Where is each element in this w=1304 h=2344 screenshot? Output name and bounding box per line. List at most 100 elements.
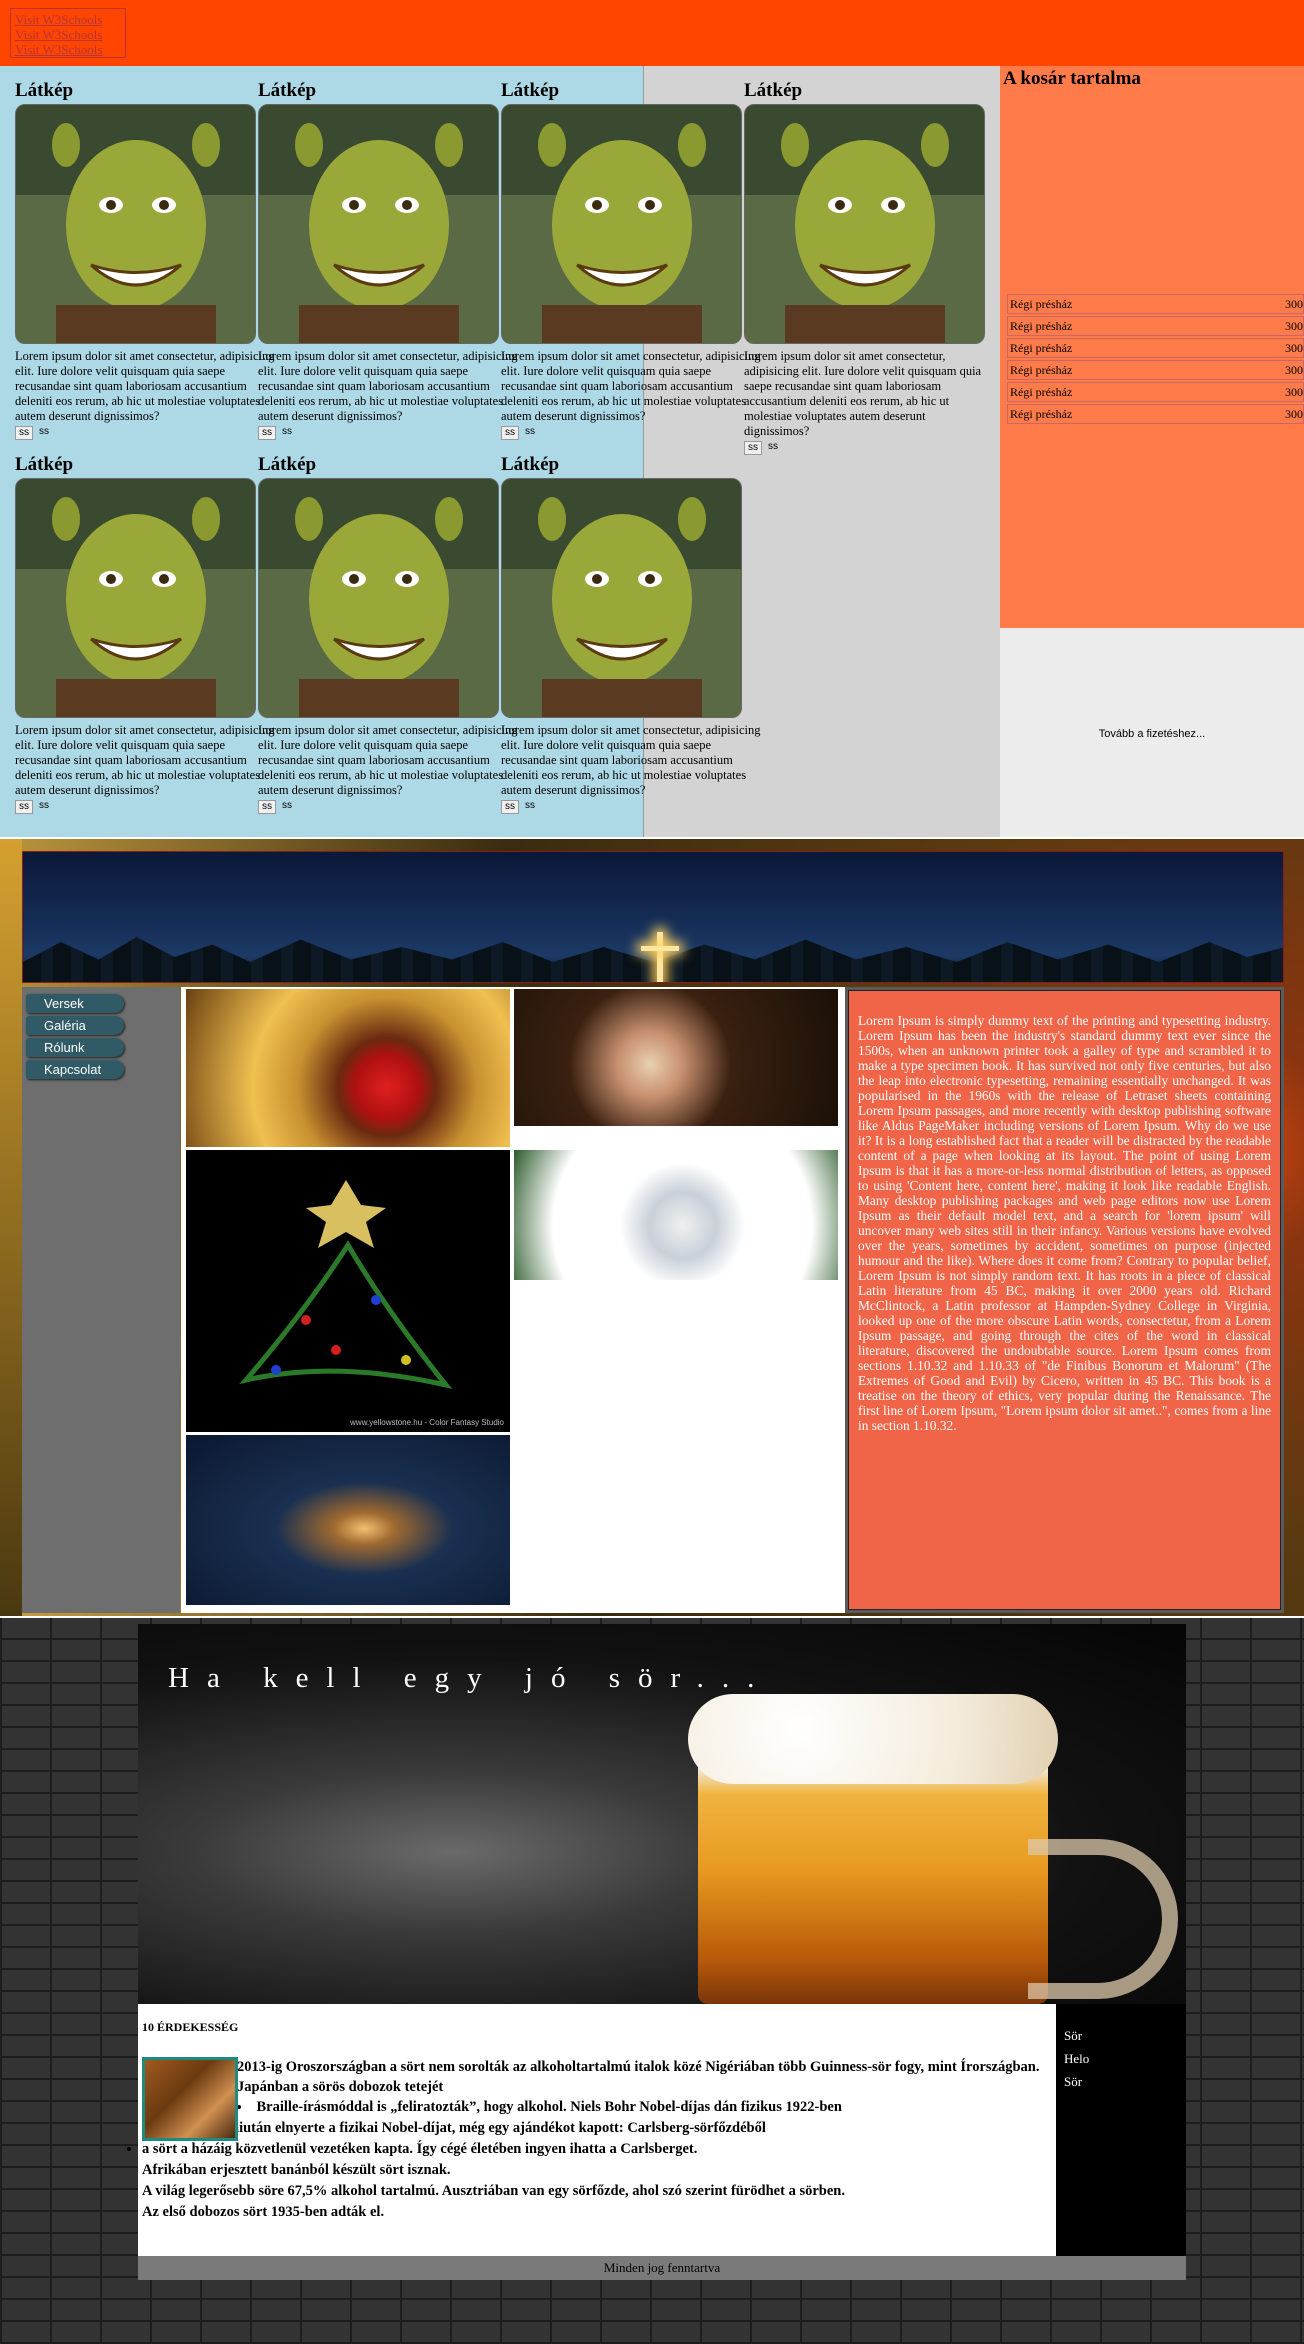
- facts-heading: 10 ÉRDEKESSÉG: [142, 2020, 239, 2034]
- cart-panel: A kosár tartalma Régi présház 300 Régi pr…: [1000, 66, 1304, 628]
- gallery-image-ornament[interactable]: [186, 989, 510, 1147]
- beer-thumbnail: [142, 2057, 238, 2141]
- cart-item-name: Régi présház: [1010, 407, 1073, 421]
- cart-item-price: 300: [1285, 363, 1303, 377]
- product-card: Látkép Lorem ipsum dolor sit amet consec…: [744, 80, 987, 455]
- beer-mug-handle: [1028, 1839, 1178, 1999]
- product-title: Látkép: [501, 454, 560, 475]
- product-secondary-button[interactable]: ss: [523, 800, 537, 814]
- cart-item[interactable]: Régi présház 300: [1007, 294, 1304, 314]
- beer-hero: Ha kell egy jó sör...: [138, 1624, 1186, 2004]
- product-button[interactable]: ss: [501, 426, 519, 440]
- lorem-panel: Lorem Ipsum is simply dummy text of the …: [845, 987, 1284, 1613]
- product-card: Látkép Lorem ipsum dolor sit amet consec…: [258, 454, 518, 814]
- fact-line: A világ legerősebb söre 67,5% alkohol ta…: [142, 2183, 845, 2199]
- product-photo: [258, 104, 499, 344]
- cart-item[interactable]: Régi présház 300: [1007, 382, 1304, 402]
- checkout-link[interactable]: Tovább a fizetéshez...: [1000, 728, 1304, 740]
- cart-title: A kosár tartalma: [1003, 68, 1141, 89]
- menu-item-kapcsolat[interactable]: Kapcsolat: [26, 1060, 124, 1079]
- product-title: Látkép: [501, 80, 560, 101]
- product-description: Lorem ipsum dolor sit amet consectetur, …: [15, 723, 275, 797]
- product-secondary-button[interactable]: ss: [766, 441, 780, 455]
- product-description: Lorem ipsum dolor sit amet consectetur, …: [258, 723, 518, 797]
- cart-item[interactable]: Régi présház 300: [1007, 338, 1304, 358]
- side-link-sor[interactable]: Sör: [1064, 2024, 1178, 2047]
- product-description: Lorem ipsum dolor sit amet consectetur, …: [744, 349, 982, 438]
- cart-list: Régi présház 300 Régi présház 300 Régi pré…: [1007, 294, 1304, 426]
- product-button[interactable]: ss: [15, 426, 33, 440]
- lorem-box: Lorem Ipsum is simply dummy text of the …: [848, 990, 1281, 1610]
- cart-item[interactable]: Régi présház 300: [1007, 404, 1304, 424]
- cart-item-name: Régi présház: [1010, 319, 1073, 333]
- facts-content: 10 ÉRDEKESSÉG 2013-ig Oroszországban a s…: [138, 2004, 1056, 2256]
- fact-line: Az első dobozos sört 1935-ben adták el.: [142, 2204, 385, 2220]
- product-secondary-button[interactable]: ss: [37, 800, 51, 814]
- w3schools-link-3[interactable]: Visit W3Schools: [15, 42, 121, 57]
- cart-item-name: Régi présház: [1010, 341, 1073, 355]
- gallery-image-gift[interactable]: [514, 989, 838, 1126]
- product-title: Látkép: [258, 80, 317, 101]
- lorem-text: Lorem Ipsum is simply dummy text of the …: [858, 1013, 1271, 1433]
- product-secondary-button[interactable]: ss: [280, 800, 294, 814]
- checkout-panel: Tovább a fizetéshez...: [1000, 628, 1304, 837]
- cart-item-price: 300: [1285, 341, 1303, 355]
- cart-item-name: Régi présház: [1010, 385, 1073, 399]
- tree-silhouette: [23, 937, 1283, 982]
- product-card: Látkép Lorem ipsum dolor sit amet consec…: [258, 80, 518, 440]
- product-button[interactable]: ss: [15, 800, 33, 814]
- image-caption: www.yellowstone.hu - Color Fantasy Studi…: [350, 1418, 504, 1427]
- product-description: Lorem ipsum dolor sit amet consectetur, …: [15, 349, 275, 423]
- christmas-section: Versek Galéria Rólunk Kapcsolat www.yell…: [0, 839, 1304, 1616]
- cart-item[interactable]: Régi présház 300: [1007, 316, 1304, 336]
- side-link-sor-2[interactable]: Sör: [1064, 2070, 1178, 2093]
- product-description: Lorem ipsum dolor sit amet consectetur, …: [501, 349, 761, 423]
- cart-item-name: Régi présház: [1010, 363, 1073, 377]
- christmas-banner: [22, 851, 1284, 983]
- cart-item-name: Régi présház: [1010, 297, 1073, 311]
- product-title: Látkép: [258, 454, 317, 475]
- christmas-frame: Versek Galéria Rólunk Kapcsolat www.yell…: [22, 851, 1284, 1613]
- product-photo: [501, 104, 742, 344]
- gallery-image-night-tree[interactable]: [186, 1435, 510, 1605]
- product-description: Lorem ipsum dolor sit amet consectetur, …: [258, 349, 518, 423]
- cart-item-price: 300: [1285, 319, 1303, 333]
- menu-item-galeria[interactable]: Galéria: [26, 1016, 124, 1035]
- fact-list-item: Braille-írásmóddal is „feliratozták”, ho…: [237, 2097, 1052, 2118]
- product-button[interactable]: ss: [744, 441, 762, 455]
- shop-section: Visit W3Schools Visit W3Schools Visit W3…: [0, 0, 1304, 837]
- gallery-image-bauble[interactable]: [514, 1150, 838, 1280]
- w3schools-link-2[interactable]: Visit W3Schools: [15, 27, 121, 42]
- w3schools-link-1[interactable]: Visit W3Schools: [15, 12, 121, 27]
- product-title: Látkép: [15, 80, 74, 101]
- fact-list: a sört a házáig közvetlenül vezetéken ka…: [142, 2139, 1052, 2160]
- glowing-cross-icon: [657, 932, 663, 982]
- product-button[interactable]: ss: [501, 800, 519, 814]
- product-secondary-button[interactable]: ss: [523, 426, 537, 440]
- product-button[interactable]: ss: [258, 426, 276, 440]
- gallery-image-tree[interactable]: www.yellowstone.hu - Color Fantasy Studi…: [186, 1150, 510, 1432]
- background-strip: [0, 839, 22, 1616]
- menu-item-rolunk[interactable]: Rólunk: [26, 1038, 124, 1057]
- product-secondary-button[interactable]: ss: [37, 426, 51, 440]
- product-card: Látkép Lorem ipsum dolor sit amet consec…: [15, 454, 275, 814]
- beer-section: Ha kell egy jó sör... 10 ÉRDEKESSÉG 2013…: [0, 1618, 1304, 2344]
- hero-title: Ha kell egy jó sör...: [168, 1662, 773, 1694]
- product-card: Látkép Lorem ipsum dolor sit amet consec…: [501, 454, 761, 814]
- product-secondary-button[interactable]: ss: [280, 426, 294, 440]
- fact-line: Afrikában erjesztett banánból készült sö…: [142, 2162, 451, 2178]
- product-card: Látkép Lorem ipsum dolor sit amet consec…: [15, 80, 275, 440]
- product-title: Látkép: [744, 80, 803, 101]
- cart-item[interactable]: Régi présház 300: [1007, 360, 1304, 380]
- side-menu: Versek Galéria Rólunk Kapcsolat: [22, 987, 180, 1613]
- fact-list-item: miután elnyerte a fizikai Nobel-díjat, m…: [227, 2120, 766, 2136]
- facts-row: 2013-ig Oroszországban a sört nem sorolt…: [142, 2057, 1052, 2223]
- w3schools-links: Visit W3Schools Visit W3Schools Visit W3…: [10, 8, 126, 58]
- product-card: Látkép Lorem ipsum dolor sit amet consec…: [501, 80, 761, 440]
- side-link-helo[interactable]: Helo: [1064, 2047, 1178, 2070]
- product-photo: [744, 104, 985, 344]
- menu-item-versek[interactable]: Versek: [26, 994, 124, 1013]
- fact-list-item: a sört a házáig közvetlenül vezetéken ka…: [142, 2139, 1052, 2160]
- product-button[interactable]: ss: [258, 800, 276, 814]
- fact-paragraph: 2013-ig Oroszországban a sört nem sorolt…: [237, 2059, 1040, 2095]
